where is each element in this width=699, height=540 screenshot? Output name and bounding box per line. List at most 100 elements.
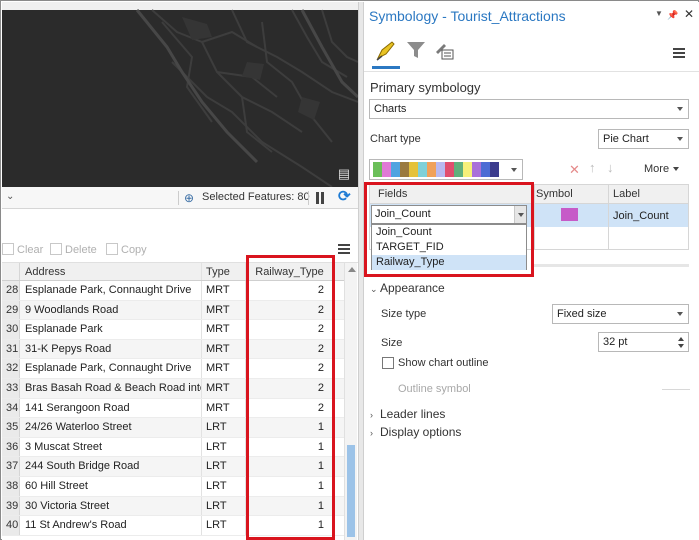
pin-icon[interactable]: 📌 — [667, 10, 678, 20]
table-row[interactable]: 36 3 Muscat Street LRT 1 — [2, 437, 344, 458]
delete-button[interactable]: Delete — [50, 243, 97, 256]
row-id-cell[interactable]: 37 — [2, 457, 20, 476]
address-cell[interactable]: 11 St Andrew's Road — [21, 516, 202, 535]
leader-lines-section-header[interactable]: › Leader lines — [370, 407, 445, 421]
scrollbar-thumb[interactable] — [347, 445, 355, 537]
copy-button[interactable]: Copy — [106, 243, 147, 256]
scroll-up-icon[interactable] — [348, 267, 356, 272]
clear-selection-button[interactable]: Clear — [2, 243, 43, 256]
table-row[interactable]: 33 Bras Basah Road & Beach Road inte... MR… — [2, 378, 344, 399]
type-cell[interactable]: LRT — [202, 437, 246, 457]
row-id-cell[interactable]: 28 — [2, 281, 20, 300]
address-cell[interactable]: Bras Basah Road & Beach Road inte... — [21, 378, 202, 398]
type-cell[interactable]: MRT — [202, 320, 246, 339]
table-row[interactable]: 34 141 Serangoon Road MRT 2 — [2, 398, 344, 419]
type-cell[interactable]: MRT — [202, 339, 246, 359]
map-overflow-icon[interactable]: ▤ — [336, 167, 352, 181]
pane-options-chevron-icon[interactable]: ▼ — [655, 9, 663, 18]
map-view[interactable]: ▤ — [2, 2, 358, 187]
color-scheme-dropdown[interactable] — [369, 159, 523, 180]
row-id-cell[interactable]: 39 — [2, 496, 20, 516]
table-row[interactable]: 40 11 St Andrew's Road LRT 1 — [2, 516, 344, 536]
railway-type-cell[interactable]: 1 — [246, 418, 333, 437]
type-cell[interactable]: LRT — [202, 516, 246, 535]
more-menu-button[interactable]: More — [644, 163, 680, 175]
address-cell[interactable]: 31-K Pepys Road — [21, 339, 202, 359]
type-cell[interactable]: LRT — [202, 457, 246, 476]
row-id-cell[interactable]: 38 — [2, 476, 20, 496]
railway-type-cell[interactable]: 1 — [246, 457, 333, 476]
table-row[interactable]: 39 30 Victoria Street LRT 1 — [2, 496, 344, 517]
type-cell[interactable]: LRT — [202, 418, 246, 437]
table-menu-icon[interactable] — [338, 244, 350, 254]
railway-type-cell[interactable]: 1 — [246, 497, 333, 516]
move-up-icon[interactable]: ↑ — [589, 160, 596, 175]
railway-type-cell[interactable]: 2 — [246, 301, 333, 320]
railway-type-cell[interactable]: 2 — [246, 340, 333, 359]
appearance-section-header[interactable]: ⌄ Appearance — [370, 281, 445, 295]
column-header-railway-type[interactable]: Railway_Type — [246, 263, 333, 280]
railway-type-cell[interactable]: 2 — [246, 320, 333, 339]
display-options-section-header[interactable]: › Display options — [370, 425, 461, 439]
table-row[interactable]: 30 Esplanade Park MRT 2 — [2, 320, 344, 340]
table-row[interactable]: 35 24/26 Waterloo Street LRT 1 — [2, 418, 344, 438]
size-type-dropdown[interactable]: Fixed size — [552, 304, 689, 324]
tab-primary-symbology[interactable] — [372, 38, 400, 69]
tab-symbol-layers[interactable] — [432, 38, 456, 62]
address-cell[interactable]: 24/26 Waterloo Street — [21, 418, 202, 437]
address-cell[interactable]: 30 Victoria Street — [21, 496, 202, 516]
address-cell[interactable]: 3 Muscat Street — [21, 437, 202, 457]
type-cell[interactable]: MRT — [202, 378, 246, 398]
address-cell[interactable]: 141 Serangoon Road — [21, 398, 202, 418]
move-down-icon[interactable]: ↓ — [607, 160, 614, 175]
railway-type-cell[interactable]: 2 — [246, 399, 333, 418]
remove-field-icon[interactable]: ✕ — [569, 162, 580, 178]
row-id-cell[interactable]: 32 — [2, 359, 20, 378]
railway-type-cell[interactable]: 1 — [246, 516, 333, 535]
table-scrollbar[interactable] — [344, 263, 357, 540]
chart-type-dropdown[interactable]: Pie Chart — [598, 129, 689, 149]
row-id-cell[interactable]: 33 — [2, 378, 20, 398]
address-cell[interactable]: 60 Hill Street — [21, 476, 202, 496]
pause-drawing-icon[interactable] — [314, 191, 326, 205]
table-row[interactable]: 29 9 Woodlands Road MRT 2 — [2, 300, 344, 321]
close-icon[interactable]: ✕ — [684, 7, 694, 21]
column-header-address[interactable]: Address — [21, 263, 202, 280]
type-cell[interactable]: MRT — [202, 281, 246, 300]
refresh-icon[interactable]: ⟳ — [338, 189, 354, 205]
type-cell[interactable]: MRT — [202, 300, 246, 320]
row-id-cell[interactable]: 31 — [2, 339, 20, 359]
table-row[interactable]: 37 244 South Bridge Road LRT 1 — [2, 457, 344, 477]
field-option-highlighted[interactable]: Railway_Type — [372, 255, 526, 270]
type-cell[interactable]: LRT — [202, 476, 246, 496]
address-cell[interactable]: 244 South Bridge Road — [21, 457, 202, 476]
address-cell[interactable]: 9 Woodlands Road — [21, 300, 202, 320]
primary-symbology-dropdown[interactable]: Charts — [369, 99, 689, 119]
type-cell[interactable]: MRT — [202, 359, 246, 378]
type-cell[interactable]: LRT — [202, 496, 246, 516]
row-id-cell[interactable]: 34 — [2, 398, 20, 418]
table-row[interactable]: 32 Esplanade Park, Connaught Drive MRT 2 — [2, 359, 344, 379]
railway-type-cell[interactable]: 1 — [246, 438, 333, 457]
row-id-cell[interactable]: 40 — [2, 516, 20, 535]
tab-vary-symbology[interactable] — [404, 38, 428, 62]
table-row[interactable]: 28 Esplanade Park, Connaught Drive MRT 2 — [2, 281, 344, 301]
field-symbol-swatch[interactable] — [561, 208, 578, 221]
row-id-cell[interactable]: 30 — [2, 320, 20, 339]
table-row[interactable]: 38 60 Hill Street LRT 1 — [2, 476, 344, 497]
chevron-down-icon[interactable]: ⌄ — [6, 191, 14, 202]
railway-type-cell[interactable]: 1 — [246, 477, 333, 496]
show-chart-outline-checkbox[interactable] — [382, 357, 394, 369]
address-cell[interactable]: Esplanade Park, Connaught Drive — [21, 359, 202, 378]
row-id-cell[interactable]: 36 — [2, 437, 20, 457]
increment-icon[interactable] — [678, 337, 684, 341]
chevron-down-icon[interactable] — [514, 206, 526, 223]
railway-type-cell[interactable]: 2 — [246, 379, 333, 398]
pane-menu-icon[interactable] — [673, 48, 685, 58]
type-cell[interactable]: MRT — [202, 398, 246, 418]
field-select-combobox[interactable]: Join_Count — [371, 205, 527, 224]
size-spinner[interactable]: 32 pt — [598, 332, 689, 352]
row-id-cell[interactable]: 29 — [2, 300, 20, 320]
row-id-cell[interactable]: 35 — [2, 418, 20, 437]
address-cell[interactable]: Esplanade Park, Connaught Drive — [21, 281, 202, 300]
